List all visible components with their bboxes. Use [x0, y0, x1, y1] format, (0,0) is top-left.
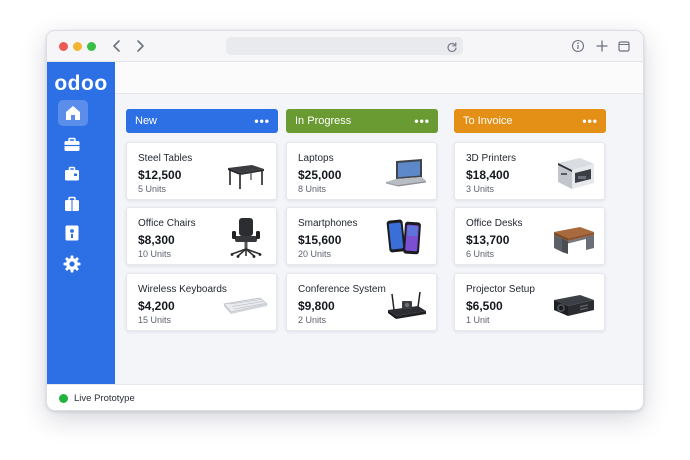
card-amount: $8,300 — [138, 233, 175, 247]
card-amount: $4,200 — [138, 299, 175, 313]
minimize-window-button[interactable] — [73, 42, 82, 51]
office-desk-icon — [554, 227, 594, 254]
home-icon — [66, 106, 80, 120]
new-tab-icon[interactable] — [595, 39, 609, 53]
conference-system-icon — [388, 291, 426, 319]
card-amount: $6,500 — [466, 299, 503, 313]
sidebar-item-home[interactable] — [58, 100, 88, 126]
card-units: 10 Units — [138, 249, 172, 259]
card-amount: $12,500 — [138, 168, 182, 182]
kanban-card[interactable]: Office Desks $13,700 6 Units — [454, 207, 605, 265]
top-bar — [115, 62, 643, 94]
sidebar-item-suitcase[interactable] — [58, 162, 86, 186]
settings-icon — [63, 255, 81, 273]
browser-titlebar — [47, 31, 643, 62]
kanban-card[interactable]: Steel Tables $12,500 5 Units — [126, 142, 277, 200]
laptop-icon — [386, 159, 426, 187]
column-header-to-invoice[interactable]: To Invoice ••• — [454, 109, 606, 133]
card-amount: $9,800 — [298, 299, 335, 313]
column-options-icon[interactable]: ••• — [254, 109, 270, 133]
kanban-card[interactable]: Smartphones $15,600 20 Units — [286, 207, 437, 265]
sidebar-item-bag[interactable] — [58, 192, 86, 216]
card-units: 20 Units — [298, 249, 332, 259]
3d-printer-icon — [558, 158, 594, 189]
odoo-logo: odoo — [54, 72, 108, 95]
contacts-icon — [65, 225, 79, 241]
column-header-new[interactable]: New ••• — [126, 109, 278, 133]
kanban-card[interactable]: Wireless Keyboards $4,200 15 Units — [126, 273, 277, 331]
bag-icon — [65, 196, 79, 211]
address-bar[interactable] — [226, 37, 463, 55]
smartphone-icon — [386, 219, 421, 255]
card-name: Conference System — [298, 284, 386, 295]
card-units: 6 Units — [466, 249, 495, 259]
status-bar: Live Prototype — [47, 384, 643, 410]
office-chair-icon — [230, 218, 262, 258]
column-options-icon[interactable]: ••• — [414, 109, 430, 133]
tabs-overview-icon[interactable] — [617, 39, 631, 53]
sidebar-item-briefcase[interactable] — [58, 133, 86, 157]
keyboard-icon — [223, 297, 268, 314]
maximize-window-button[interactable] — [87, 42, 96, 51]
card-name: Smartphones — [298, 218, 358, 229]
suitcase-icon — [65, 166, 79, 181]
card-amount: $25,000 — [298, 168, 342, 182]
column-title: In Progress — [295, 115, 352, 127]
card-units: 15 Units — [138, 315, 172, 325]
info-icon[interactable] — [571, 39, 585, 53]
browser-window: odoo New ••• In Progress ••• To Invoice … — [46, 30, 644, 411]
card-name: Office Chairs — [138, 218, 196, 229]
steel-table-icon — [228, 165, 264, 189]
column-title: To Invoice — [463, 115, 513, 127]
card-name: Office Desks — [466, 218, 523, 229]
sidebar-item-settings[interactable] — [58, 252, 86, 276]
kanban-card[interactable]: 3D Printers $18,400 3 Units — [454, 142, 605, 200]
sidebar-item-contacts[interactable] — [58, 221, 86, 245]
card-units: 3 Units — [466, 184, 495, 194]
card-units: 2 Units — [298, 315, 327, 325]
card-name: Wireless Keyboards — [138, 284, 227, 295]
status-label: Live Prototype — [74, 393, 135, 404]
back-arrow-icon[interactable] — [109, 38, 125, 54]
close-window-button[interactable] — [59, 42, 68, 51]
card-name: 3D Printers — [466, 153, 517, 164]
card-name: Steel Tables — [138, 153, 193, 164]
app-sidebar: odoo — [47, 62, 115, 384]
kanban-card[interactable]: Laptops $25,000 8 Units — [286, 142, 437, 200]
card-units: 1 Unit — [466, 315, 490, 325]
card-name: Laptops — [298, 153, 334, 164]
card-amount: $15,600 — [298, 233, 342, 247]
card-amount: $13,700 — [466, 233, 510, 247]
card-name: Projector Setup — [466, 284, 535, 295]
column-options-icon[interactable]: ••• — [582, 109, 598, 133]
projector-icon — [554, 295, 594, 316]
forward-arrow-icon[interactable] — [132, 38, 148, 54]
kanban-card[interactable]: Projector Setup $6,500 1 Unit — [454, 273, 605, 331]
kanban-card[interactable]: Conference System $9,800 2 Units — [286, 273, 437, 331]
card-units: 8 Units — [298, 184, 327, 194]
column-header-in-progress[interactable]: In Progress ••• — [286, 109, 438, 133]
kanban-card[interactable]: Office Chairs $8,300 10 Units — [126, 207, 277, 265]
live-status-dot — [59, 394, 68, 403]
card-units: 5 Units — [138, 184, 167, 194]
card-amount: $18,400 — [466, 168, 510, 182]
reload-icon[interactable] — [446, 40, 458, 53]
briefcase-icon — [64, 137, 80, 151]
column-title: New — [135, 115, 158, 127]
